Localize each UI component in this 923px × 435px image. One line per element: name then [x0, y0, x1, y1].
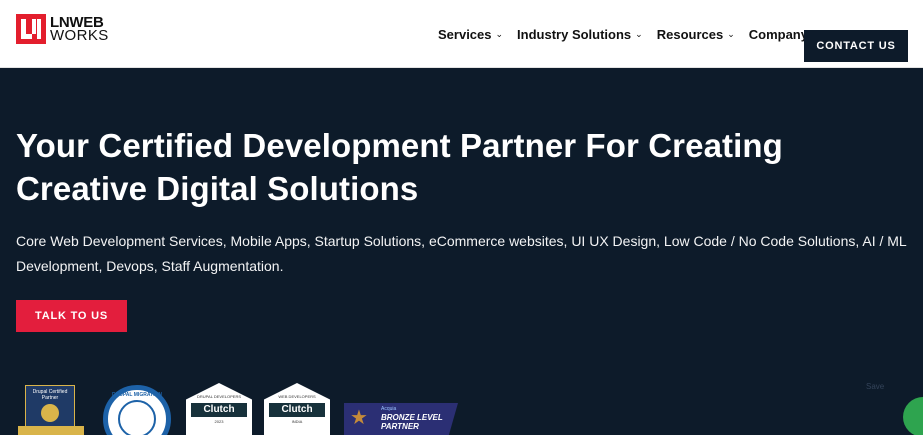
drupal-migration-label: DRUPAL MIGRATION: [112, 392, 162, 398]
acquia-line1: BRONZE LEVEL: [381, 413, 443, 422]
clutch-badge-name: Clutch: [269, 403, 325, 417]
clutch-badge-top: WEB DEVELOPERS: [278, 394, 316, 399]
hero-description: Core Web Development Services, Mobile Ap…: [16, 233, 907, 274]
chevron-down-icon: ⌄: [635, 29, 643, 39]
clutch-badge-year: INDIA: [291, 419, 303, 424]
chevron-down-icon: ⌄: [727, 29, 735, 39]
clutch-web-badge: WEB DEVELOPERS Clutch INDIA: [264, 383, 330, 435]
nav-resources-label: Resources: [656, 27, 724, 42]
logo-mark-icon: [16, 14, 46, 44]
certification-badges: Drupal Certified Partner DRUPAL MIGRATIO…: [0, 380, 923, 435]
lnwebworks-logo[interactable]: LNWEB WORKS: [16, 14, 109, 44]
drupal-certified-label: Drupal Certified Partner: [32, 389, 68, 401]
nav-company-label: Company: [748, 27, 808, 42]
drupal-drop-icon: [41, 404, 59, 422]
hero-title: Your Certified Development Partner For C…: [16, 127, 783, 207]
nav-industry-solutions-label: Industry Solutions: [517, 27, 632, 42]
drupal-migration-badge: DRUPAL MIGRATION: [103, 385, 171, 435]
site-header: LNWEB WORKS Services ⌄ Industry Solution…: [0, 0, 923, 68]
acquia-line2: PARTNER: [381, 422, 419, 431]
ribbon-icon: [18, 426, 84, 435]
main-nav: Services ⌄ Industry Solutions ⌄ Resource…: [438, 27, 820, 42]
drupal-drop-icon: [118, 400, 156, 435]
logo-wordmark: LNWEB WORKS: [50, 15, 109, 44]
clutch-badge-top: DRUPAL DEVELOPERS: [196, 394, 241, 399]
nav-services-label: Services: [438, 27, 492, 42]
drupal-certified-partner-badge: Drupal Certified Partner: [18, 385, 84, 435]
clutch-drupal-badge: DRUPAL DEVELOPERS Clutch 2023: [186, 383, 252, 435]
clutch-badge-name: Clutch: [191, 403, 247, 417]
nav-industry-solutions[interactable]: Industry Solutions ⌄: [517, 27, 643, 42]
nav-resources[interactable]: Resources ⌄: [657, 27, 735, 42]
contact-us-button[interactable]: CONTACT US: [804, 30, 908, 62]
nav-services[interactable]: Services ⌄: [438, 27, 503, 42]
acquia-brand: Acquia: [381, 406, 397, 412]
save-label[interactable]: Save: [866, 382, 884, 391]
chevron-down-icon: ⌄: [495, 29, 504, 39]
star-icon: ★: [350, 407, 368, 429]
talk-to-us-button[interactable]: TALK TO US: [16, 300, 127, 332]
clutch-badge-year: 2023: [214, 419, 224, 424]
acquia-bronze-partner-badge: ★ Acquia BRONZE LEVEL PARTNER: [344, 403, 458, 435]
logo-line2: WORKS: [50, 27, 109, 44]
